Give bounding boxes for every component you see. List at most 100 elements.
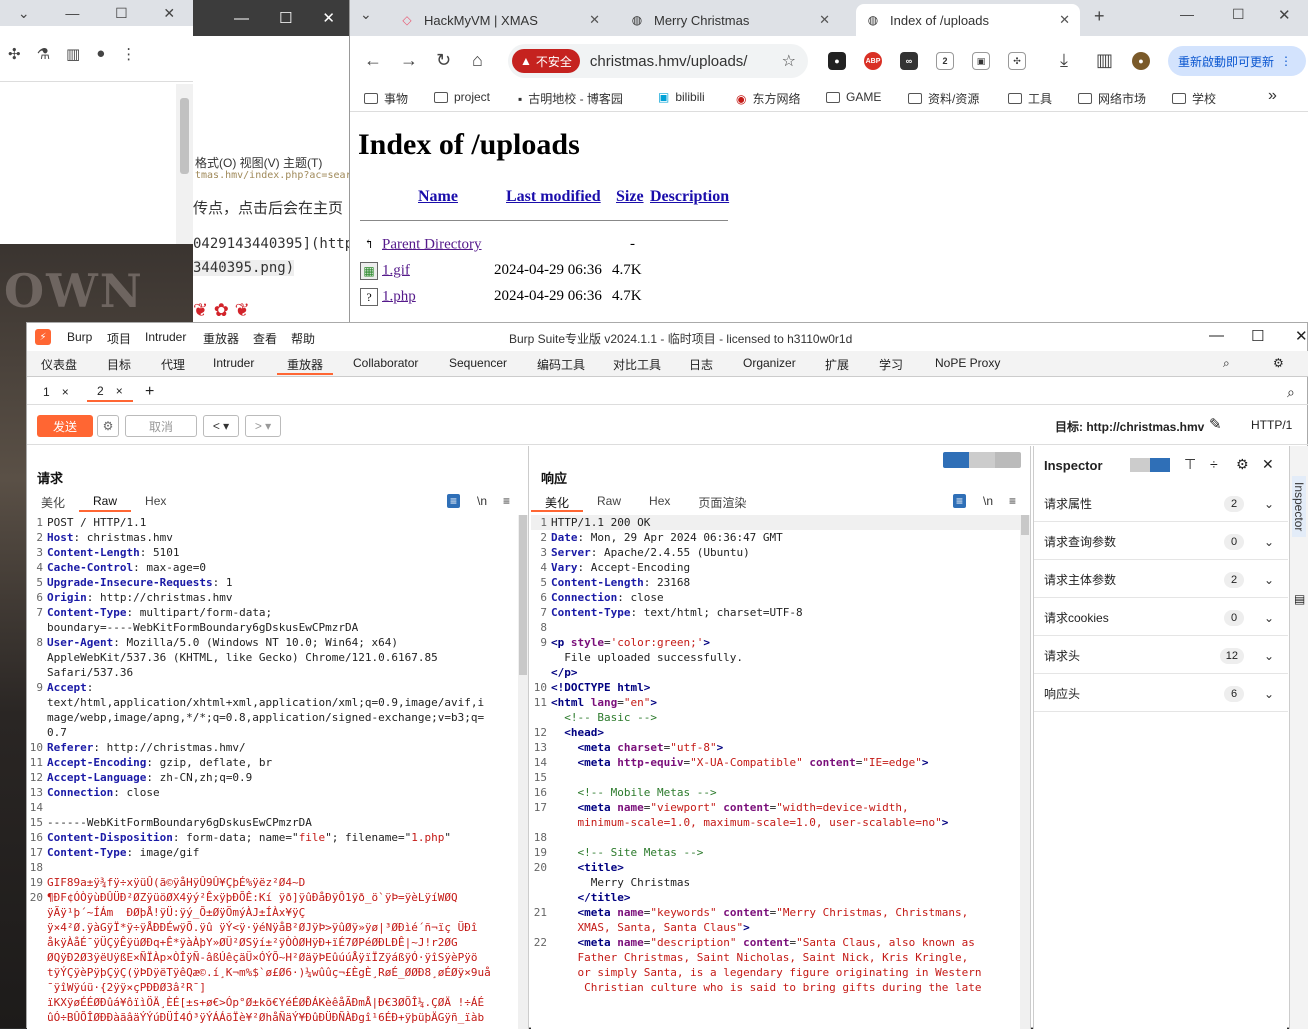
tab-dashboard[interactable]: 仪表盘: [41, 356, 77, 373]
settings-icon[interactable]: ⚙: [1273, 356, 1284, 370]
left-scrollbar[interactable]: [176, 84, 193, 244]
close-icon[interactable]: ✕: [589, 12, 600, 28]
edit-pencil-icon[interactable]: ✎: [1209, 415, 1222, 433]
tab-raw[interactable]: Raw: [79, 494, 132, 512]
puzzle-icon[interactable]: ✣: [1008, 52, 1026, 70]
split-horizontal-icon[interactable]: [943, 452, 969, 468]
bookmark-folder[interactable]: 工具: [1008, 90, 1052, 107]
back-icon[interactable]: ←: [364, 50, 382, 71]
column-header-modified[interactable]: Last modified: [506, 188, 601, 206]
split-vertical-icon[interactable]: [969, 452, 995, 468]
tab-raw[interactable]: Raw: [583, 494, 635, 512]
extension-icon[interactable]: ●: [828, 52, 846, 70]
tab-decoder[interactable]: 编码工具: [537, 356, 585, 373]
file-link[interactable]: 1.php: [382, 288, 416, 304]
maximize-icon[interactable]: ☐: [1251, 327, 1264, 345]
tab-organizer[interactable]: Organizer: [743, 356, 796, 370]
menu-burp[interactable]: Burp: [67, 330, 92, 344]
download-icon[interactable]: ⤓: [1060, 50, 1068, 71]
search-icon[interactable]: ⌕: [1223, 356, 1230, 371]
maximize-icon[interactable]: ☐: [115, 5, 128, 22]
menu-intruder[interactable]: Intruder: [145, 330, 186, 344]
star-icon[interactable]: ☆: [782, 51, 796, 71]
reload-icon[interactable]: ↻: [436, 50, 451, 71]
layout-icon[interactable]: [1150, 458, 1170, 472]
minimize-icon[interactable]: —: [1209, 327, 1224, 344]
flask-icon[interactable]: ⚗: [37, 45, 50, 63]
new-tab-icon[interactable]: +: [1094, 6, 1105, 27]
bookmark-link[interactable]: ▪ 古明地校 - 博客园: [518, 90, 623, 107]
repeater-tab-active[interactable]: 2 ×: [87, 382, 133, 402]
maximize-icon[interactable]: ☐: [279, 9, 292, 27]
url-text[interactable]: christmas.hmv/uploads/: [590, 53, 748, 70]
tab-target[interactable]: 目标: [107, 356, 131, 373]
address-bar[interactable]: ▲ 不安全 christmas.hmv/uploads/ ☆: [508, 44, 808, 78]
sidebar-icon[interactable]: ▥: [1096, 50, 1113, 71]
request-scrollbar[interactable]: [518, 515, 528, 1029]
search-icon[interactable]: ⌕: [1277, 382, 1305, 402]
menu-help[interactable]: 帮助: [291, 330, 315, 347]
kebab-menu-icon[interactable]: ⋮: [121, 45, 136, 63]
file-link[interactable]: 1.gif: [382, 262, 410, 278]
send-button[interactable]: 发送: [37, 415, 93, 437]
sidebar-icon[interactable]: ▥: [66, 45, 80, 63]
request-editor[interactable]: 1 POST / HTTP/1.1 2 Host: christmas.hmv 3C…: [27, 515, 518, 1029]
notes-icon[interactable]: ▤: [1294, 592, 1305, 606]
tab-learn[interactable]: 学习: [879, 356, 903, 373]
maximize-icon[interactable]: ☐: [1232, 6, 1245, 23]
copy-icon[interactable]: ▣: [972, 52, 990, 70]
inspector-section[interactable]: 请求查询参数 0 ⌄: [1034, 524, 1288, 560]
cancel-button[interactable]: 取消: [125, 415, 197, 437]
menu-repeater[interactable]: 重放器: [203, 330, 239, 347]
close-icon[interactable]: ✕: [322, 9, 335, 27]
inspector-side-tab[interactable]: Inspector: [1292, 476, 1306, 538]
settings-icon[interactable]: ⚙: [97, 415, 119, 437]
menu-project[interactable]: 项目: [107, 330, 131, 347]
minimize-icon[interactable]: —: [234, 10, 249, 27]
layout-icon[interactable]: [1130, 458, 1150, 472]
bookmark-link[interactable]: ▣ bilibili: [658, 90, 705, 104]
tab-hex[interactable]: Hex: [635, 494, 684, 512]
tab-intruder[interactable]: Intruder: [213, 356, 254, 370]
profile-icon[interactable]: ●: [96, 45, 105, 62]
browser-tab[interactable]: ◇ HackMyVM | XMAS ✕: [390, 4, 610, 36]
bookmark-folder[interactable]: 资料/资源: [908, 90, 979, 107]
newline-toggle[interactable]: \n: [477, 494, 487, 508]
tab-logger[interactable]: 日志: [689, 356, 713, 373]
forward-history-button[interactable]: > ▾: [245, 415, 281, 437]
column-header-description[interactable]: Description: [650, 188, 729, 206]
chevron-down-icon[interactable]: ⌄: [18, 5, 30, 22]
menu-icon[interactable]: ≡: [1009, 494, 1016, 508]
layout-toggle[interactable]: [943, 452, 1021, 468]
tab-pretty[interactable]: 美化: [531, 494, 584, 512]
column-header-size[interactable]: Size: [616, 188, 644, 206]
http-version-label[interactable]: HTTP/1: [1251, 418, 1292, 432]
tab-nope-proxy[interactable]: NoPE Proxy: [935, 356, 1000, 370]
bookmark-link[interactable]: ◉ 东方网络: [736, 90, 801, 107]
response-editor[interactable]: 1 HTTP/1.1 200 OK 2 Date: Mon, 29 Apr 2024…: [531, 515, 1020, 1029]
inspector-section[interactable]: 请求主体参数 2 ⌄: [1034, 562, 1288, 598]
menu-view[interactable]: 查看: [253, 330, 277, 347]
add-tab-icon[interactable]: +: [135, 382, 164, 402]
browser-tab-active[interactable]: ◍ Index of /uploads ✕: [856, 4, 1080, 36]
back-history-button[interactable]: < ▾: [203, 415, 239, 437]
update-button[interactable]: 重新啟動即可更新 ⋮: [1168, 46, 1306, 76]
newline-toggle[interactable]: \n: [983, 494, 993, 508]
wrap-lines-icon[interactable]: ≡: [953, 494, 967, 508]
more-bookmarks-icon[interactable]: »: [1268, 87, 1277, 105]
mask-icon[interactable]: ∞: [900, 52, 918, 70]
align-top-icon[interactable]: ⊤: [1184, 456, 1196, 473]
forward-icon[interactable]: →: [400, 50, 418, 71]
adblock-icon[interactable]: ABP: [864, 52, 882, 70]
tab-render[interactable]: 页面渲染: [684, 494, 760, 512]
close-icon[interactable]: ✕: [163, 5, 175, 22]
inspector-section[interactable]: 响应头 6 ⌄: [1034, 676, 1288, 712]
tab-search-icon[interactable]: ⌄: [360, 6, 372, 23]
bookmark-folder[interactable]: 事物: [364, 90, 408, 107]
tab-collaborator[interactable]: Collaborator: [353, 356, 418, 370]
collapse-icon[interactable]: ÷: [1210, 456, 1218, 472]
response-scrollbar[interactable]: [1020, 515, 1030, 1029]
tab-pretty[interactable]: 美化: [27, 494, 79, 512]
close-icon[interactable]: ✕: [819, 12, 830, 28]
browser-tab[interactable]: ◍ Merry Christmas ✕: [620, 4, 840, 36]
